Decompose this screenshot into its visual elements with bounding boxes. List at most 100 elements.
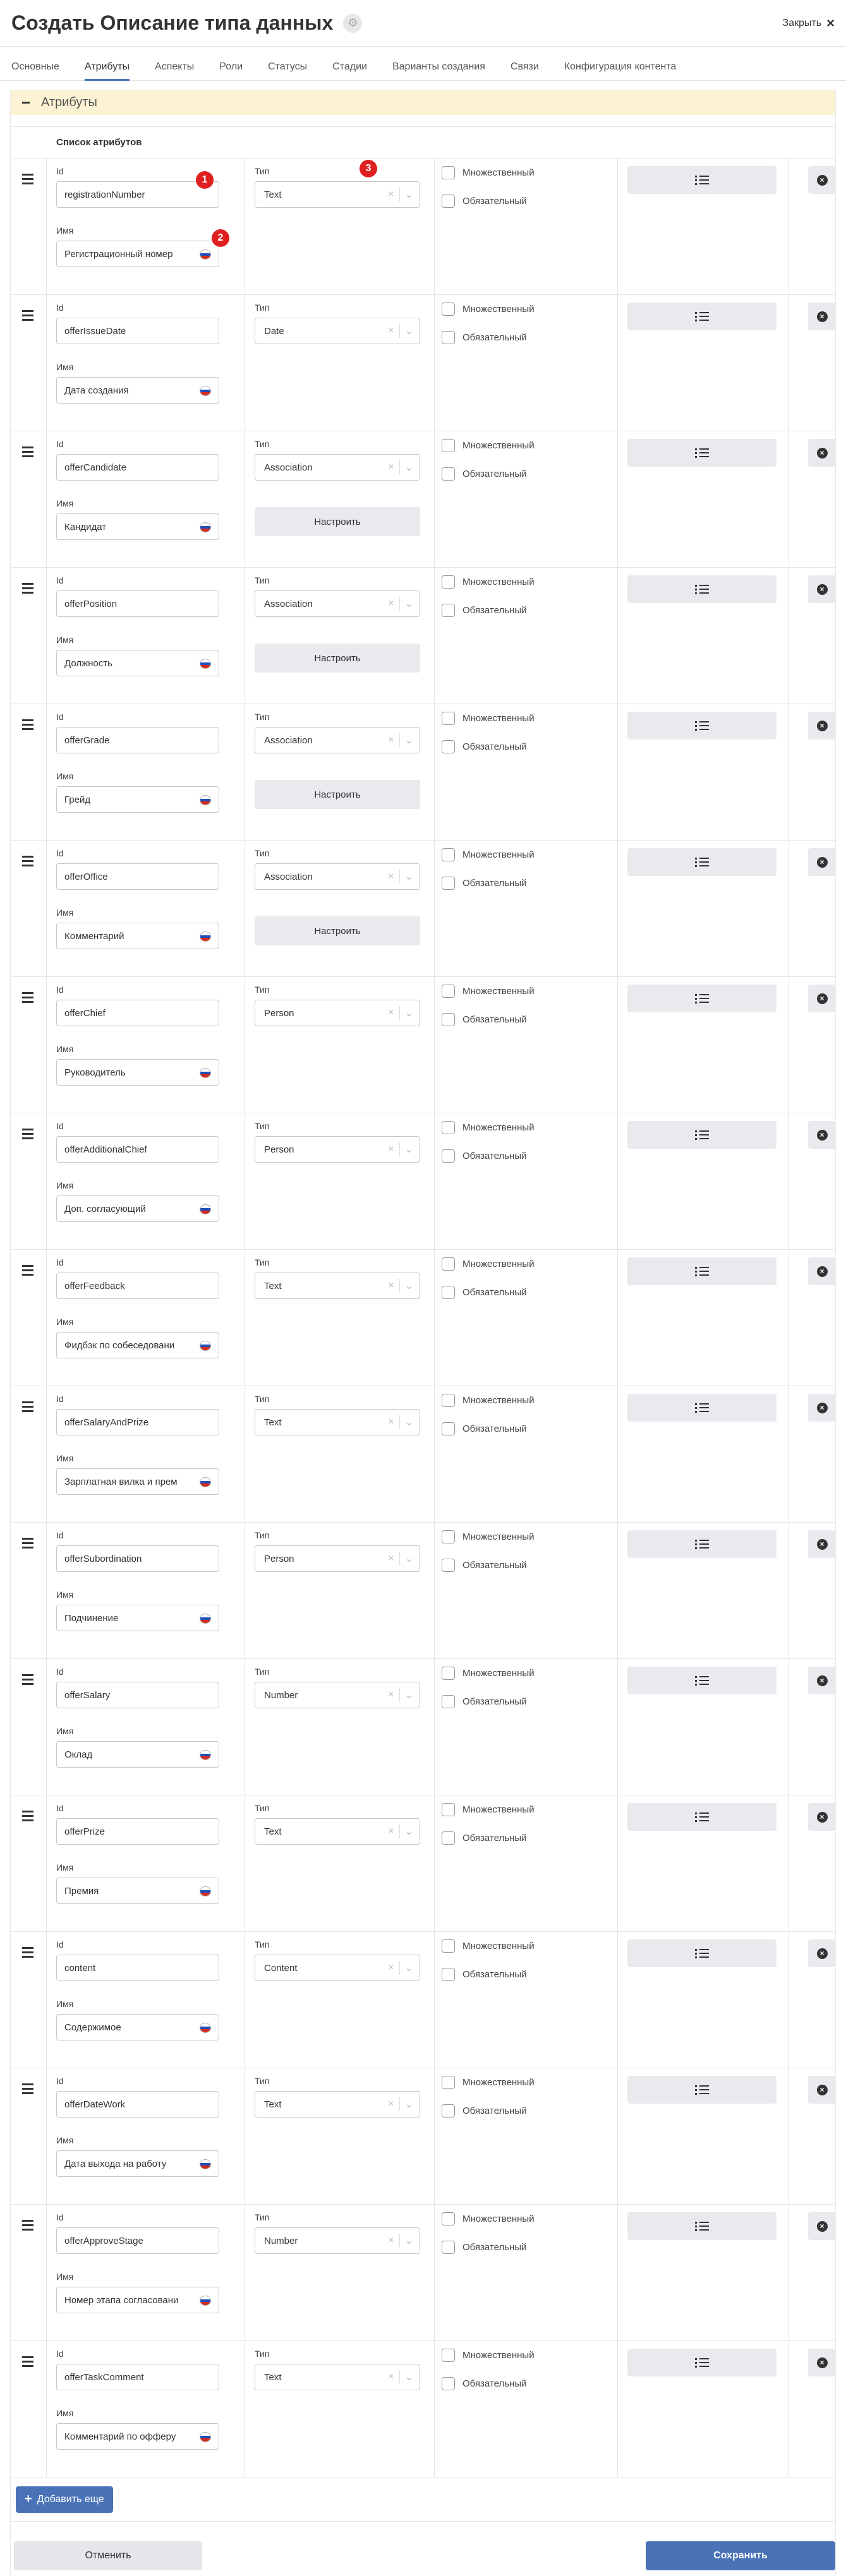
- chevron-down-icon[interactable]: ⌄: [405, 461, 413, 474]
- clear-icon[interactable]: ×: [388, 2099, 394, 2110]
- tab-item[interactable]: Основные: [11, 61, 59, 80]
- name-field[interactable]: Оклад: [56, 1741, 219, 1768]
- chevron-down-icon[interactable]: ⌄: [405, 597, 413, 610]
- configure-button[interactable]: Настроить: [255, 916, 420, 945]
- list-settings-button[interactable]: [627, 1394, 777, 1422]
- checkbox-box[interactable]: [442, 1149, 455, 1163]
- list-settings-button[interactable]: [627, 2349, 777, 2376]
- russian-flag-icon[interactable]: [200, 659, 211, 669]
- multiple-checkbox[interactable]: Множественный: [442, 1667, 535, 1680]
- id-field[interactable]: offerGrade: [56, 727, 219, 753]
- list-settings-button[interactable]: [627, 1939, 777, 1967]
- remove-attribute-button[interactable]: ×: [808, 1939, 836, 1967]
- id-field[interactable]: offerSalaryAndPrize: [56, 1409, 219, 1435]
- remove-attribute-button[interactable]: ×: [808, 1257, 836, 1285]
- remove-attribute-button[interactable]: ×: [808, 303, 836, 330]
- clear-icon[interactable]: ×: [388, 1553, 394, 1564]
- multiple-checkbox[interactable]: Множественный: [442, 166, 535, 179]
- checkbox-box[interactable]: [442, 740, 455, 753]
- type-select[interactable]: Text × ⌄: [255, 1409, 420, 1435]
- type-select[interactable]: Number × ⌄: [255, 2227, 420, 2254]
- required-checkbox[interactable]: Обязательный: [442, 2377, 527, 2390]
- remove-attribute-button[interactable]: ×: [808, 712, 836, 740]
- required-checkbox[interactable]: Обязательный: [442, 1149, 527, 1163]
- type-select[interactable]: Text × ⌄: [255, 1818, 420, 1845]
- checkbox-box[interactable]: [442, 1803, 455, 1816]
- id-field[interactable]: offerSubordination: [56, 1545, 219, 1572]
- list-settings-button[interactable]: [627, 1121, 777, 1149]
- type-select[interactable]: Number × ⌄: [255, 1682, 420, 1708]
- configure-button[interactable]: Настроить: [255, 644, 420, 673]
- remove-attribute-button[interactable]: ×: [808, 2212, 836, 2240]
- remove-attribute-button[interactable]: ×: [808, 1121, 836, 1149]
- list-settings-button[interactable]: [627, 712, 777, 740]
- clear-icon[interactable]: ×: [388, 189, 394, 200]
- type-select[interactable]: Text × ⌄: [255, 2364, 420, 2390]
- type-select[interactable]: Association × ⌄: [255, 590, 420, 617]
- name-field[interactable]: Доп. согласующий: [56, 1195, 219, 1222]
- remove-attribute-button[interactable]: ×: [808, 1667, 836, 1694]
- multiple-checkbox[interactable]: Множественный: [442, 2076, 535, 2089]
- drag-handle-icon[interactable]: [22, 174, 33, 187]
- tab-item[interactable]: Варианты создания: [392, 61, 485, 80]
- multiple-checkbox[interactable]: Множественный: [442, 985, 535, 998]
- type-select[interactable]: Content × ⌄: [255, 1955, 420, 1981]
- list-settings-button[interactable]: [627, 1667, 777, 1694]
- chevron-down-icon[interactable]: ⌄: [405, 1007, 413, 1019]
- drag-handle-icon[interactable]: [22, 1674, 33, 1687]
- required-checkbox[interactable]: Обязательный: [442, 877, 527, 890]
- chevron-down-icon[interactable]: ⌄: [405, 2234, 413, 2247]
- type-select[interactable]: Association × ⌄: [255, 863, 420, 890]
- multiple-checkbox[interactable]: Множественный: [442, 848, 535, 861]
- id-field[interactable]: offerIssueDate: [56, 318, 219, 344]
- checkbox-box[interactable]: [442, 1695, 455, 1708]
- drag-handle-icon[interactable]: [22, 1129, 33, 1142]
- drag-handle-icon[interactable]: [22, 719, 33, 733]
- multiple-checkbox[interactable]: Множественный: [442, 1121, 535, 1134]
- chevron-down-icon[interactable]: ⌄: [405, 1825, 413, 1838]
- russian-flag-icon[interactable]: [200, 1204, 211, 1214]
- remove-attribute-button[interactable]: ×: [808, 2349, 836, 2376]
- remove-attribute-button[interactable]: ×: [808, 2076, 836, 2104]
- id-field[interactable]: offerFeedback: [56, 1273, 219, 1299]
- checkbox-box[interactable]: [442, 848, 455, 861]
- russian-flag-icon[interactable]: [200, 2159, 211, 2169]
- russian-flag-icon[interactable]: [200, 795, 211, 805]
- drag-handle-icon[interactable]: [22, 856, 33, 869]
- close-button[interactable]: Закрыть ×: [783, 15, 835, 32]
- multiple-checkbox[interactable]: Множественный: [442, 1394, 535, 1407]
- type-select[interactable]: Association × ⌄: [255, 454, 420, 481]
- type-select[interactable]: Text × ⌄: [255, 1273, 420, 1299]
- checkbox-box[interactable]: [442, 1831, 455, 1845]
- drag-handle-icon[interactable]: [22, 2220, 33, 2233]
- checkbox-box[interactable]: [442, 2076, 455, 2089]
- remove-attribute-button[interactable]: ×: [808, 1530, 836, 1558]
- tab-item[interactable]: Конфигурация контента: [564, 61, 677, 80]
- checkbox-box[interactable]: [442, 877, 455, 890]
- name-field[interactable]: Дата создания: [56, 377, 219, 404]
- required-checkbox[interactable]: Обязательный: [442, 1559, 527, 1572]
- drag-handle-icon[interactable]: [22, 1811, 33, 1824]
- checkbox-box[interactable]: [442, 2241, 455, 2254]
- multiple-checkbox[interactable]: Множественный: [442, 303, 535, 316]
- checkbox-box[interactable]: [442, 1530, 455, 1543]
- required-checkbox[interactable]: Обязательный: [442, 1968, 527, 1981]
- list-settings-button[interactable]: [627, 2212, 777, 2240]
- required-checkbox[interactable]: Обязательный: [442, 1695, 527, 1708]
- checkbox-box[interactable]: [442, 1257, 455, 1271]
- clear-icon[interactable]: ×: [388, 734, 394, 746]
- id-field[interactable]: registrationNumber: [56, 181, 219, 208]
- name-field[interactable]: Зарплатная вилка и прем: [56, 1468, 219, 1495]
- configure-button[interactable]: Настроить: [255, 780, 420, 809]
- id-field[interactable]: offerAdditionalChief: [56, 1136, 219, 1163]
- list-settings-button[interactable]: [627, 1803, 777, 1831]
- remove-attribute-button[interactable]: ×: [808, 848, 836, 876]
- name-field[interactable]: Грейд: [56, 786, 219, 813]
- type-select[interactable]: Text × ⌄: [255, 2091, 420, 2118]
- checkbox-box[interactable]: [442, 331, 455, 344]
- id-field[interactable]: offerPosition: [56, 590, 219, 617]
- drag-handle-icon[interactable]: [22, 1947, 33, 1960]
- chevron-down-icon[interactable]: ⌄: [405, 1552, 413, 1565]
- tab-item[interactable]: Статусы: [268, 61, 307, 80]
- chevron-down-icon[interactable]: ⌄: [405, 734, 413, 746]
